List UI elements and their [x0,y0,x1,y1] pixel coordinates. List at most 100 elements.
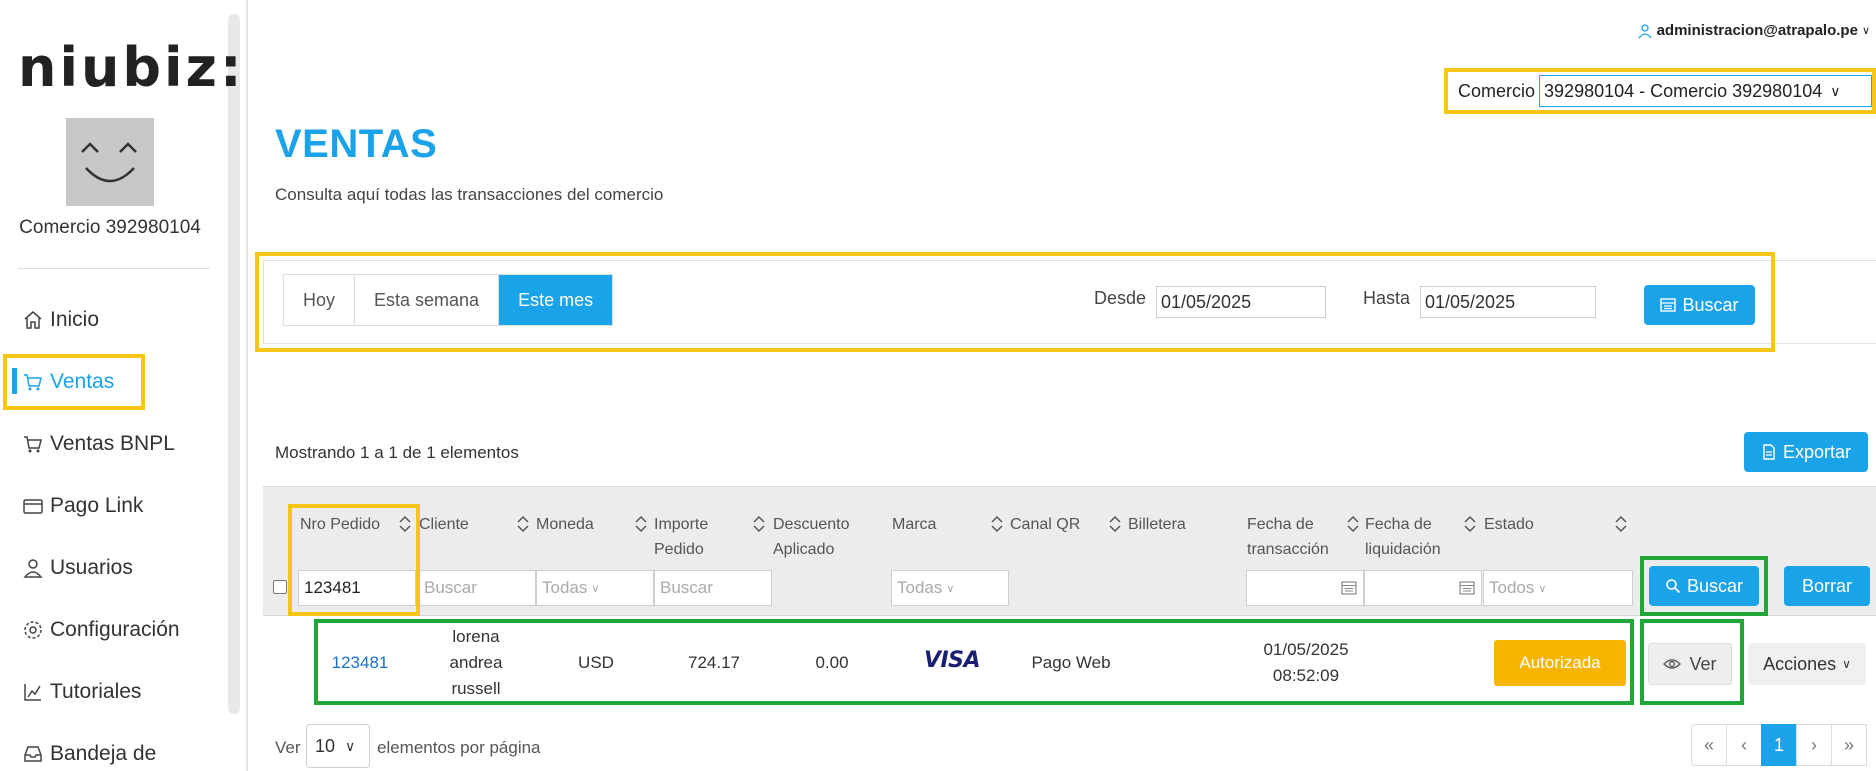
sidebar-item-usuarios[interactable]: Usuarios [22,548,133,588]
sidebar-item-tutoriales[interactable]: Tutoriales [22,672,141,712]
comercio-selector-highlight: Comercio 392980104 - Comercio 392980104 … [1444,68,1876,114]
acciones-dropdown[interactable]: Acciones ∨ [1748,643,1866,685]
sidebar-divider [18,268,210,269]
sidebar-item-label: Pago Link [50,494,144,517]
sidebar-item-label: Usuarios [50,556,133,579]
importe-filter-input[interactable]: Buscar [654,570,772,606]
sidebar-comercio-name: Comercio 392980104 [19,217,201,238]
sidebar-item-pago-link[interactable]: Pago Link [22,486,143,526]
niubiz-logo[interactable]: niubiz: [18,38,245,98]
sort-icon[interactable] [1614,514,1628,534]
cart-icon [22,370,50,394]
sidebar-item-bandeja[interactable]: Bandeja de [22,734,156,771]
calendar-icon [1341,581,1357,595]
sidebar-item-ventas-bnpl[interactable]: Ventas BNPL [22,424,175,464]
col-label-line: Importe [654,516,709,533]
cliente-filter-input[interactable]: Buscar [418,570,536,606]
nro-pedido-highlight [288,504,420,616]
sort-icon[interactable] [1346,514,1360,534]
borrar-label: Borrar [1801,575,1852,596]
sidebar-item-label: Ventas BNPL [50,432,175,455]
document-icon [1763,444,1775,460]
inbox-icon [22,742,50,766]
comercio-select-value: 392980104 - Comercio 392980104 [1544,80,1823,101]
col-descuento-aplicado[interactable]: Descuento Aplicado [773,512,850,562]
cart-icon [22,432,50,456]
sidebar-item-label: Inicio [50,308,100,331]
estado-filter-value: Todos [1489,578,1535,597]
pagination: « ‹ 1 › » [1691,724,1867,766]
page-first[interactable]: « [1691,724,1727,766]
col-label-line: Pedido [654,541,704,558]
date-filter-highlight [255,252,1775,352]
select-all-checkbox[interactable] [273,580,287,594]
user-menu[interactable]: administracion@atrapalo.pe ∨ [1637,22,1870,39]
page-prev[interactable]: ‹ [1726,724,1762,766]
chevron-down-icon: ∨ [1861,25,1870,37]
sidebar-scrollbar[interactable] [228,14,240,714]
col-marca[interactable]: Marca [892,512,936,537]
per-page-select[interactable]: 10 ∨ [306,724,370,768]
col-label-line: liquidación [1365,541,1441,558]
per-page-label: Ver [275,738,301,757]
chevron-down-icon: ∨ [946,582,955,595]
page-next[interactable]: › [1796,724,1832,766]
col-billetera[interactable]: Billetera [1128,512,1186,537]
home-icon [22,308,50,332]
user-icon [22,556,50,580]
sort-icon[interactable] [752,514,766,534]
ver-highlight [1640,619,1744,705]
user-icon [1638,23,1652,38]
chevron-down-icon: ∨ [1842,657,1851,671]
buscar-filter-highlight [1640,556,1768,616]
per-page-value: 10 [315,735,336,756]
col-canal-qr[interactable]: Canal QR [1010,512,1080,537]
comercio-select[interactable]: 392980104 - Comercio 392980104 ∨ [1539,75,1872,107]
fecha-transaccion-filter-input[interactable] [1246,570,1364,606]
user-email: administracion@atrapalo.pe [1656,22,1858,39]
moneda-filter-select[interactable]: Todas ∨ [536,570,654,606]
chevron-down-icon: ∨ [1538,582,1547,595]
borrar-button[interactable]: Borrar [1784,566,1870,606]
sort-icon[interactable] [990,514,1004,534]
calendar-icon [1459,581,1475,595]
col-fecha-liquidacion[interactable]: Fecha de liquidación [1365,512,1441,562]
col-fecha-transaccion[interactable]: Fecha de transacción [1247,512,1329,562]
col-estado[interactable]: Estado [1484,512,1534,537]
moneda-filter-value: Todas [542,578,588,597]
col-cliente[interactable]: Cliente [419,512,469,537]
col-label-line: Fecha de [1365,516,1432,533]
card-icon [22,494,50,518]
per-page-suffix: elementos por página [377,738,541,757]
fecha-liquidacion-filter-input[interactable] [1364,570,1482,606]
showing-count: Mostrando 1 a 1 de 1 elementos [275,443,519,462]
sort-icon[interactable] [1108,514,1122,534]
page-1[interactable]: 1 [1761,724,1797,766]
col-label-line: Descuento [773,516,850,533]
sidebar-item-label: Configuración [50,618,180,641]
chevron-down-icon: ∨ [591,582,600,595]
col-label-line: transacción [1247,541,1329,558]
sidebar-item-ventas[interactable]: Ventas [22,362,114,402]
sort-icon[interactable] [634,514,648,534]
col-moneda[interactable]: Moneda [536,512,594,537]
page-last[interactable]: » [1831,724,1867,766]
chevron-down-icon: ∨ [1830,82,1841,99]
avatar [66,118,154,206]
page-title: VENTAS [275,122,438,166]
exportar-label: Exportar [1782,441,1852,462]
marca-filter-select[interactable]: Todas ∨ [891,570,1009,606]
estado-filter-select[interactable]: Todos ∨ [1483,570,1633,606]
sidebar-item-inicio[interactable]: Inicio [22,300,99,340]
comercio-label: Comercio [1458,80,1536,101]
exportar-button[interactable]: Exportar [1744,432,1868,472]
sort-icon[interactable] [516,514,530,534]
sidebar-item-label: Tutoriales [50,680,142,703]
marca-filter-value: Todas [897,578,943,597]
sort-icon[interactable] [1463,514,1477,534]
smiley-avatar-icon [81,142,137,183]
sidebar-item-configuracion[interactable]: Configuración [22,610,180,650]
col-importe-pedido[interactable]: Importe Pedido [654,512,708,562]
col-label-line: Fecha de [1247,516,1314,533]
page-subtitle: Consulta aquí todas las transacciones de… [275,185,664,204]
